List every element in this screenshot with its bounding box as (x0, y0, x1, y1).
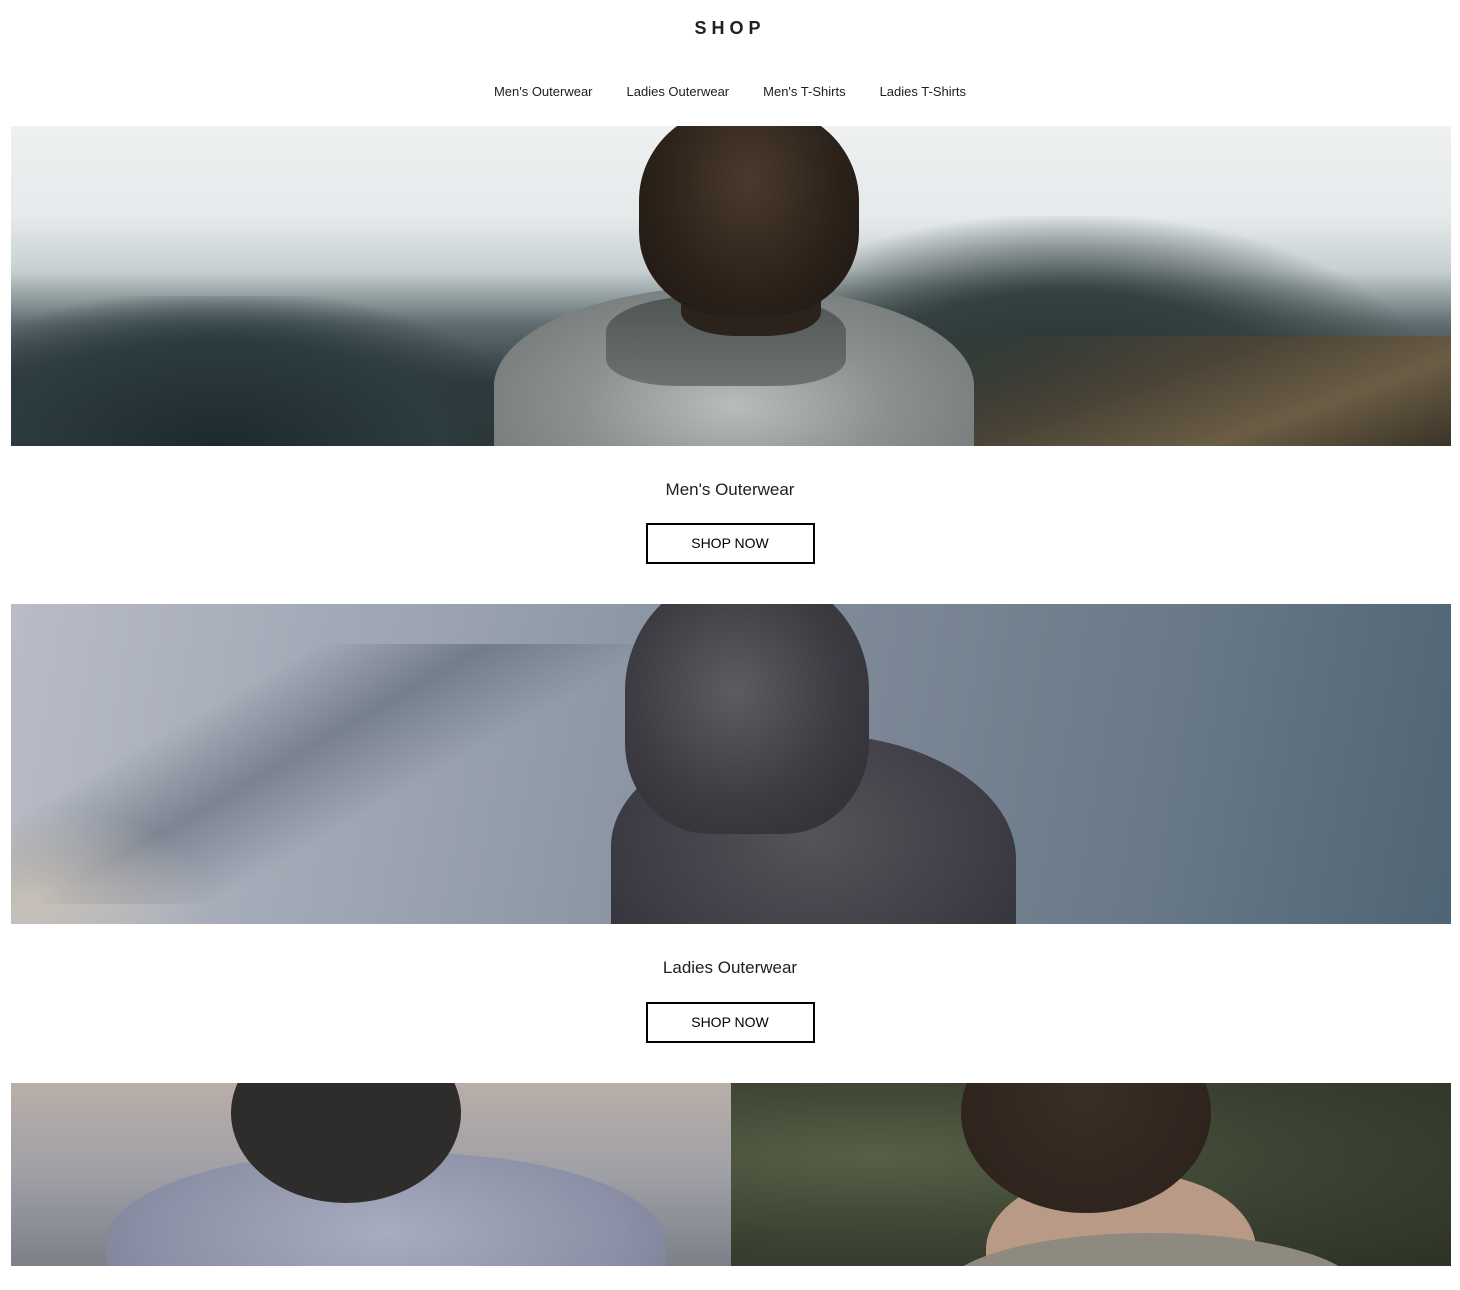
ladies-outerwear-button-wrap: SHOP NOW (0, 1002, 1460, 1043)
mens-tshirts-image[interactable] (11, 1083, 731, 1266)
mens-outerwear-title: Men's Outerwear (665, 480, 795, 499)
nav-mens-tshirts[interactable]: Men's T-Shirts (763, 82, 845, 102)
nav-ladies-outerwear[interactable]: Ladies Outerwear (627, 82, 730, 102)
mens-outerwear-button-wrap: SHOP NOW (0, 523, 1460, 564)
hero-hood (625, 604, 869, 834)
shop-now-ladies-outerwear-button[interactable]: SHOP NOW (645, 1002, 815, 1043)
nav-ladies-tshirts[interactable]: Ladies T-Shirts (880, 82, 966, 102)
hero-head (639, 126, 859, 316)
category-ladies-outerwear: Ladies Outerwear SHOP NOW (0, 604, 1460, 1043)
category-nav: Men's Outerwear Ladies Outerwear Men's T… (0, 82, 1460, 102)
category-mens-outerwear: Men's Outerwear SHOP NOW (0, 126, 1460, 564)
shop-logo[interactable]: SHOP (0, 16, 1460, 40)
mens-outerwear-hero-image[interactable] (11, 126, 1451, 446)
ladies-outerwear-title: Ladies Outerwear (662, 958, 798, 977)
hero-trees-left (11, 296, 531, 446)
tshirt-categories (11, 1083, 1451, 1266)
site-header: SHOP Men's Outerwear Ladies Outerwear Me… (0, 0, 1460, 126)
shop-now-mens-outerwear-button[interactable]: SHOP NOW (645, 523, 815, 564)
nav-mens-outerwear[interactable]: Men's Outerwear (494, 82, 593, 102)
ladies-tshirts-image[interactable] (731, 1083, 1451, 1266)
hero-ground (951, 336, 1451, 446)
ladies-outerwear-hero-image[interactable] (11, 604, 1451, 924)
